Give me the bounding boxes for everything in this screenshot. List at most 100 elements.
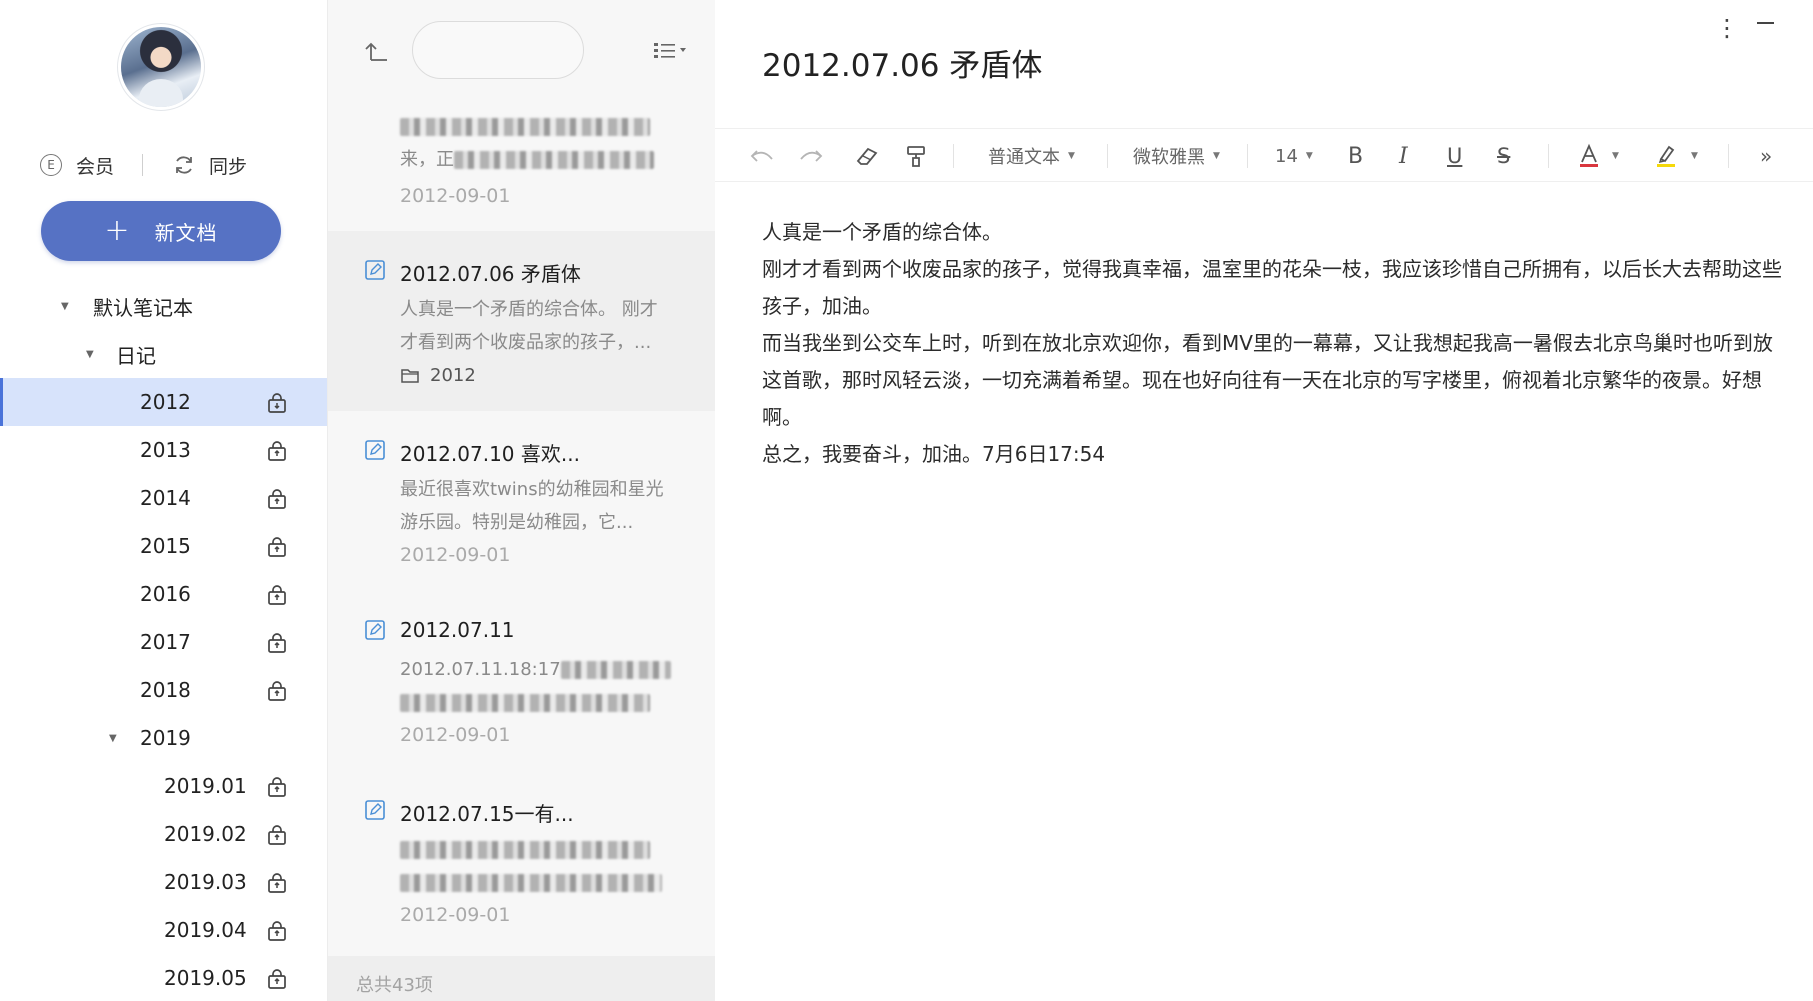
bold-button[interactable]: B (1348, 129, 1363, 183)
tree-item-label: 默认笔记本 (93, 295, 193, 320)
lock-icon[interactable] (266, 488, 288, 510)
format-painter-icon (907, 146, 925, 167)
text-color-icon (1580, 143, 1598, 167)
sync-icon[interactable] (173, 154, 195, 176)
sort-up-icon[interactable] (363, 38, 389, 64)
font-size-dropdown[interactable]: 14 ▼ (1275, 129, 1313, 183)
lock-icon[interactable] (266, 440, 288, 462)
note-title: 2012.07.06 矛盾体 (400, 262, 581, 286)
chevron-down-icon: ▼ (1612, 151, 1619, 161)
lock-icon[interactable] (266, 920, 288, 942)
tree-item-label: 2016 (140, 582, 191, 606)
avatar[interactable] (121, 27, 201, 107)
tree-item-2019[interactable]: ▼ 2019 (0, 714, 327, 762)
toolbar-divider (1728, 144, 1729, 168)
tree-item-2012[interactable]: 2012 (0, 378, 327, 426)
caret-down-icon[interactable]: ▼ (109, 733, 123, 744)
member-label[interactable]: 会员 (76, 152, 114, 179)
text-color-button[interactable]: ▼ (1578, 129, 1619, 183)
tree-item-label: 2019.01 (164, 774, 247, 798)
note-paragraph: 人真是一个矛盾的综合体。 (762, 220, 1002, 244)
redo-button[interactable] (798, 129, 824, 183)
tree-item-2018[interactable]: 2018 (0, 666, 327, 714)
note-edit-icon (365, 620, 385, 640)
tree-item-2019-01[interactable]: 2019.01 (0, 762, 327, 810)
more-vertical-icon[interactable]: ⋮ (1715, 14, 1739, 42)
tree-item-2013[interactable]: 2013 (0, 426, 327, 474)
note-title: 2012.07.15一有... (400, 802, 574, 826)
undo-button[interactable] (749, 129, 775, 183)
redo-icon (800, 150, 823, 162)
member-icon[interactable]: E (40, 154, 62, 176)
note-excerpt-text: 2012.07.11.18:17 (400, 659, 561, 680)
lock-icon[interactable] (266, 776, 288, 798)
blurred-text (454, 151, 654, 169)
tree-item-notebook[interactable]: ▼ 默认笔记本 (0, 282, 327, 330)
bold-icon: B (1348, 143, 1364, 169)
strikethrough-button[interactable]: S (1497, 129, 1510, 183)
note-edit-icon (365, 440, 385, 460)
search-input[interactable] (412, 21, 584, 79)
sync-label[interactable]: 同步 (209, 152, 247, 179)
tree-item-2016[interactable]: 2016 (0, 570, 327, 618)
minimize-icon[interactable] (1757, 22, 1774, 24)
note-title: 2012.07.11 (400, 618, 515, 642)
note-date: 2012-09-01 (400, 185, 511, 207)
lock-icon[interactable] (266, 872, 288, 894)
note-date: 2012-09-01 (400, 904, 511, 926)
lock-icon[interactable] (266, 584, 288, 606)
tree-item-2019-05[interactable]: 2019.05 (0, 954, 327, 1001)
note-folder: 2012 (400, 365, 476, 386)
lock-icon[interactable] (266, 536, 288, 558)
note-list-item-active[interactable]: 2012.07.06 矛盾体 人真是一个矛盾的综合体。 刚才才看到两个收废品家的… (328, 231, 715, 411)
new-document-label: 新文档 (154, 220, 218, 245)
underline-icon: U (1447, 144, 1463, 168)
tree-item-2019-02[interactable]: 2019.02 (0, 810, 327, 858)
lock-icon[interactable] (266, 680, 288, 702)
note-excerpt: 来，正 (400, 110, 672, 176)
more-tools-button[interactable]: » (1760, 129, 1772, 183)
tree-item-label: 2019.05 (164, 966, 247, 990)
lock-icon[interactable] (266, 632, 288, 654)
paragraph-style-dropdown[interactable]: 普通文本 ▼ (988, 129, 1075, 183)
tree-item-2017[interactable]: 2017 (0, 618, 327, 666)
highlight-color-button[interactable]: ▼ (1655, 129, 1698, 183)
toolbar-divider (953, 144, 954, 168)
lock-icon[interactable] (266, 392, 288, 414)
note-title-heading[interactable]: 2012.07.06 矛盾体 (762, 40, 1042, 85)
blurred-text (400, 874, 662, 892)
note-list-header (328, 0, 715, 100)
note-list-item[interactable]: 2012.07.15一有... 2012-09-01 (328, 771, 715, 951)
italic-button[interactable]: I (1399, 129, 1408, 183)
note-list-item[interactable]: 来，正 2012-09-01 (328, 100, 715, 230)
caret-down-icon[interactable]: ▼ (61, 301, 75, 312)
chevron-down-icon: ▼ (1691, 151, 1698, 161)
clear-format-button[interactable] (854, 129, 880, 183)
new-document-button[interactable]: + 新文档 (41, 201, 281, 261)
tree-item-2019-03[interactable]: 2019.03 (0, 858, 327, 906)
tree-item-label: 2019.04 (164, 918, 247, 942)
tree-item-diary[interactable]: ▼ 日记 (0, 330, 327, 378)
toolbar-divider (1247, 144, 1248, 168)
lock-icon[interactable] (266, 824, 288, 846)
list-view-icon[interactable] (652, 40, 690, 62)
toolbar-divider (1107, 144, 1108, 168)
lock-icon[interactable] (266, 968, 288, 990)
format-painter-button[interactable] (905, 129, 927, 183)
paragraph-style-value: 普通文本 (988, 147, 1060, 168)
font-family-dropdown[interactable]: 微软雅黑 ▼ (1133, 129, 1220, 183)
chevron-down-icon: ▼ (1305, 151, 1313, 161)
underline-button[interactable]: U (1447, 129, 1462, 183)
note-list-item[interactable]: 2012.07.11 2012.07.11.18:17 2012-09-01 (328, 591, 715, 771)
blurred-text (400, 694, 650, 712)
editor-panel: 2012.07.06 矛盾体 ⋮ 普通文本 ▼ 微软雅黑 ▼ 14 ▼ B I … (715, 0, 1813, 1001)
caret-down-icon[interactable]: ▼ (86, 349, 100, 360)
tree-item-2019-04[interactable]: 2019.04 (0, 906, 327, 954)
tree-item-2015[interactable]: 2015 (0, 522, 327, 570)
note-paragraph: 总之，我要奋斗，加油。7月6日17:54 (762, 442, 1106, 466)
note-list-item[interactable]: 2012.07.10 喜欢... 最近很喜欢twins的幼稚园和星光游乐园。特别… (328, 411, 715, 591)
note-body[interactable]: 人真是一个矛盾的综合体。 刚才才看到两个收废品家的孩子，觉得我真幸福，温室里的花… (762, 214, 1782, 473)
strikethrough-icon: S (1497, 144, 1511, 168)
eraser-icon (856, 147, 878, 165)
tree-item-2014[interactable]: 2014 (0, 474, 327, 522)
